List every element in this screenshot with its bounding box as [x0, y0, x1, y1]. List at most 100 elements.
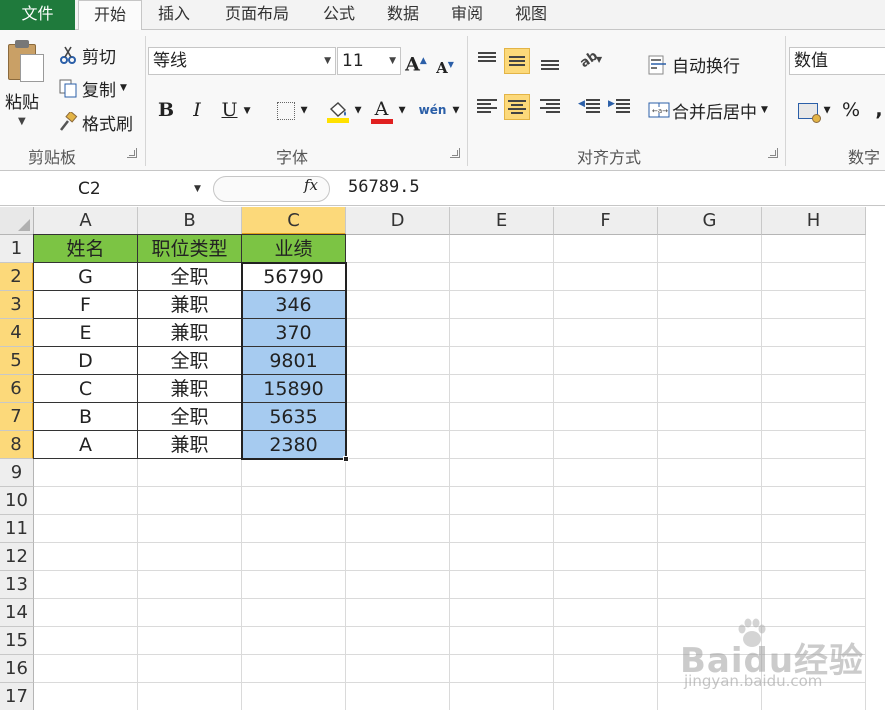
cell-e4[interactable]	[450, 319, 554, 347]
row-header-7[interactable]: 7	[0, 403, 34, 431]
tab-insert[interactable]: 插入	[146, 0, 202, 30]
cell-e15[interactable]	[450, 627, 554, 655]
paste-dropdown-icon[interactable]: ▼	[18, 116, 26, 127]
tab-page-layout[interactable]: 页面布局	[212, 0, 302, 30]
orientation-icon[interactable]: ab ▼	[577, 48, 604, 74]
paste-button[interactable]: 粘贴	[5, 88, 39, 113]
align-middle-icon[interactable]	[504, 48, 530, 74]
cell-e17[interactable]	[450, 683, 554, 710]
cell-h12[interactable]	[762, 543, 866, 571]
cell-f11[interactable]	[554, 515, 658, 543]
format-painter-button[interactable]: 格式刷	[58, 109, 133, 135]
cell-e2[interactable]	[450, 263, 554, 291]
shrink-font-button[interactable]: A▼	[434, 50, 456, 78]
row-header-1[interactable]: 1	[0, 235, 34, 263]
cell-f12[interactable]	[554, 543, 658, 571]
cell-h2[interactable]	[762, 263, 866, 291]
fill-handle[interactable]	[343, 456, 349, 462]
cell-d5[interactable]	[346, 347, 450, 375]
row-header-2[interactable]: 2	[0, 263, 34, 291]
column-header-b[interactable]: B	[138, 207, 242, 235]
align-left-icon[interactable]	[474, 94, 500, 120]
cell-g12[interactable]	[658, 543, 762, 571]
cell-d10[interactable]	[346, 487, 450, 515]
cell-a13[interactable]	[34, 571, 138, 599]
row-header-5[interactable]: 5	[0, 347, 34, 375]
italic-button[interactable]: I	[185, 96, 209, 124]
cell-d2[interactable]	[346, 263, 450, 291]
increase-indent-icon[interactable]: ▶	[608, 94, 634, 120]
cell-e9[interactable]	[450, 459, 554, 487]
cell-d16[interactable]	[346, 655, 450, 683]
cell-e10[interactable]	[450, 487, 554, 515]
chevron-down-icon[interactable]: ▼	[761, 105, 768, 115]
cell-f3[interactable]	[554, 291, 658, 319]
cell-f6[interactable]	[554, 375, 658, 403]
cell-e13[interactable]	[450, 571, 554, 599]
cell-d3[interactable]	[346, 291, 450, 319]
cell-g13[interactable]	[658, 571, 762, 599]
cell-e11[interactable]	[450, 515, 554, 543]
copy-dropdown-icon[interactable]: ▼	[120, 83, 127, 93]
font-launcher-icon[interactable]	[450, 148, 460, 158]
cell-c17[interactable]	[242, 683, 346, 710]
row-header-16[interactable]: 16	[0, 655, 34, 683]
cell-h4[interactable]	[762, 319, 866, 347]
cell-d9[interactable]	[346, 459, 450, 487]
row-header-4[interactable]: 4	[0, 319, 34, 347]
cell-f7[interactable]	[554, 403, 658, 431]
cell-b9[interactable]	[138, 459, 242, 487]
cell-b10[interactable]	[138, 487, 242, 515]
cell-a17[interactable]	[34, 683, 138, 710]
phonetic-button[interactable]: wén ▼	[416, 96, 462, 124]
cell-c11[interactable]	[242, 515, 346, 543]
name-box[interactable]: C2 ▼	[0, 174, 210, 204]
grow-font-button[interactable]: A▲	[404, 47, 428, 75]
cell-f10[interactable]	[554, 487, 658, 515]
cell-e12[interactable]	[450, 543, 554, 571]
cell-h13[interactable]	[762, 571, 866, 599]
comma-style-button[interactable]: ,	[870, 96, 885, 124]
font-size-select[interactable]: 11 ▼	[337, 47, 401, 75]
cell-e8[interactable]	[450, 431, 554, 459]
tab-view[interactable]: 视图	[502, 0, 560, 30]
cell-c13[interactable]	[242, 571, 346, 599]
cell-f14[interactable]	[554, 599, 658, 627]
accounting-format-button[interactable]: ▼	[794, 96, 834, 124]
cell-d1[interactable]	[346, 235, 450, 263]
cell-c10[interactable]	[242, 487, 346, 515]
cell-a14[interactable]	[34, 599, 138, 627]
cell-b13[interactable]	[138, 571, 242, 599]
cell-g5[interactable]	[658, 347, 762, 375]
cell-a9[interactable]	[34, 459, 138, 487]
fill-color-button[interactable]: ▼	[322, 96, 366, 124]
cell-h5[interactable]	[762, 347, 866, 375]
insert-function-button[interactable]: fx	[304, 176, 318, 194]
cell-f5[interactable]	[554, 347, 658, 375]
cell-e16[interactable]	[450, 655, 554, 683]
cell-a11[interactable]	[34, 515, 138, 543]
cell-g3[interactable]	[658, 291, 762, 319]
cell-a10[interactable]	[34, 487, 138, 515]
cell-f13[interactable]	[554, 571, 658, 599]
row-header-9[interactable]: 9	[0, 459, 34, 487]
font-name-select[interactable]: 等线 ▼	[148, 47, 336, 75]
row-header-10[interactable]: 10	[0, 487, 34, 515]
cell-d13[interactable]	[346, 571, 450, 599]
cell-d6[interactable]	[346, 375, 450, 403]
cut-button[interactable]: 剪切	[58, 42, 116, 68]
cell-a12[interactable]	[34, 543, 138, 571]
column-header-c[interactable]: C	[242, 207, 346, 235]
cell-h3[interactable]	[762, 291, 866, 319]
cell-a15[interactable]	[34, 627, 138, 655]
decrease-indent-icon[interactable]: ◀	[578, 94, 604, 120]
cell-g9[interactable]	[658, 459, 762, 487]
cell-d14[interactable]	[346, 599, 450, 627]
row-header-3[interactable]: 3	[0, 291, 34, 319]
align-top-icon[interactable]	[474, 48, 500, 74]
column-header-a[interactable]: A	[34, 207, 138, 235]
column-header-e[interactable]: E	[450, 207, 554, 235]
cell-h9[interactable]	[762, 459, 866, 487]
formula-input[interactable]: 56789.5	[348, 177, 420, 197]
cell-g11[interactable]	[658, 515, 762, 543]
